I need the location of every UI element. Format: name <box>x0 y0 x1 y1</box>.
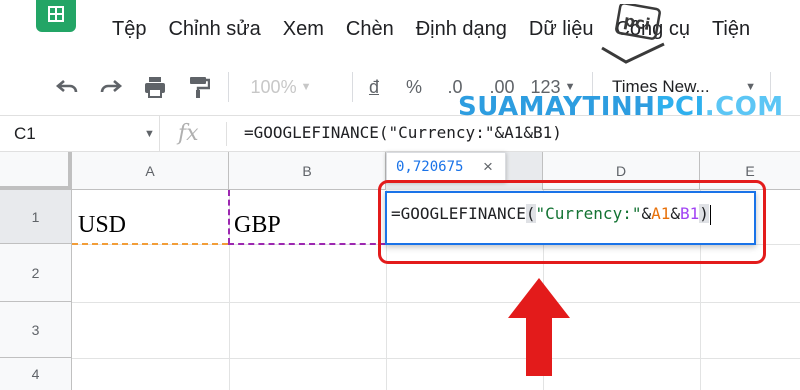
row-header-4[interactable]: 4 <box>0 358 72 390</box>
column-header-a[interactable]: A <box>72 152 229 190</box>
zoom-value: 100% <box>250 76 297 97</box>
close-icon[interactable]: × <box>483 157 493 177</box>
b1-reference-highlight-left <box>228 190 230 244</box>
svg-text:pci: pci <box>622 11 651 34</box>
menu-file[interactable]: Tệp <box>112 17 146 41</box>
chevron-down-icon: ▼ <box>144 128 155 140</box>
menu-insert[interactable]: Chèn <box>346 17 394 41</box>
menu-extensions[interactable]: Tiện <box>712 17 750 41</box>
select-all-corner[interactable] <box>0 152 72 190</box>
menu-format[interactable]: Định dạng <box>416 17 507 41</box>
paint-format-icon[interactable] <box>184 74 214 100</box>
column-header-b[interactable]: B <box>229 152 386 190</box>
currency-format-button[interactable]: đ <box>362 74 386 100</box>
cell-reference: C1 <box>14 124 36 143</box>
cell-a1[interactable]: USD <box>78 212 126 239</box>
preview-value: 0,720675 <box>396 159 464 175</box>
menu-bar: Tệp Chỉnh sửa Xem Chèn Định dạng Dữ liệu… <box>0 0 800 60</box>
percent-format-button[interactable]: % <box>402 74 426 100</box>
row-header-1[interactable]: 1 <box>0 190 72 244</box>
formula-bar: C1 ▼ fx =GOOGLEFINANCE("Currency:"&A1&B1… <box>0 116 800 152</box>
zoom-select[interactable]: 100% ▼ <box>244 74 318 100</box>
print-icon[interactable] <box>140 74 170 100</box>
menu-items: Tệp Chỉnh sửa Xem Chèn Định dạng Dữ liệu… <box>112 17 772 41</box>
fx-icon: fx <box>178 121 199 146</box>
name-box[interactable]: C1 ▼ <box>0 116 160 152</box>
formula-input[interactable]: =GOOGLEFINANCE("Currency:"&A1&B1) <box>244 123 562 142</box>
row-header-2[interactable]: 2 <box>0 244 72 302</box>
pci-laptop-logo-icon: pci <box>598 2 666 68</box>
highlight-box <box>378 180 766 264</box>
a1-reference-highlight <box>72 243 228 245</box>
menu-edit[interactable]: Chỉnh sửa <box>168 17 260 41</box>
chevron-down-icon: ▼ <box>300 81 312 93</box>
sheets-logo-icon[interactable] <box>36 0 76 32</box>
menu-data[interactable]: Dữ liệu <box>529 17 594 41</box>
formula-result-preview: 0,720675 × <box>386 152 506 182</box>
menu-view[interactable]: Xem <box>283 17 324 41</box>
row-header-3[interactable]: 3 <box>0 302 72 358</box>
cell-b1[interactable]: GBP <box>234 212 281 239</box>
undo-icon[interactable] <box>52 74 82 100</box>
b1-reference-highlight <box>228 243 386 245</box>
up-arrow-icon <box>508 278 570 376</box>
redo-icon[interactable] <box>96 74 126 100</box>
